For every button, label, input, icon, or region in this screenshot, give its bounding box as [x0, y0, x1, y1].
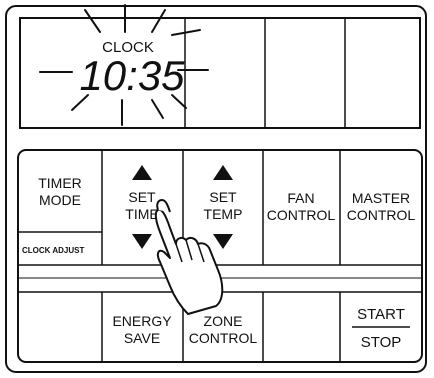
down-arrow-icon[interactable] [132, 234, 152, 249]
fan-control-button[interactable]: FAN CONTROL [267, 190, 336, 223]
set-temp-button[interactable]: SET TEMP [204, 165, 243, 249]
timer-mode-label-line2: MODE [39, 192, 81, 208]
master-control-label-line1: MASTER [352, 190, 410, 206]
timer-mode-button[interactable]: TIMER MODE [38, 175, 82, 208]
clock-adjust-label: CLOCK ADJUST [22, 246, 84, 255]
energy-save-label-line1: ENERGY [112, 313, 172, 329]
down-arrow-icon[interactable] [213, 234, 233, 249]
blank-button[interactable] [264, 293, 339, 361]
master-control-button[interactable]: MASTER CONTROL [347, 190, 416, 223]
master-control-label-line2: CONTROL [347, 207, 416, 223]
blank-button[interactable] [19, 293, 101, 361]
fan-control-label-line2: CONTROL [267, 207, 336, 223]
set-time-label-line1: SET [128, 189, 156, 205]
energy-save-button[interactable]: ENERGY SAVE [112, 313, 172, 346]
control-panel-diagram: CLOCK 10:35 TIMER MODE CLOCK ADJUST SET … [5, 4, 427, 373]
set-time-button[interactable]: SET TIME [125, 165, 159, 249]
display-panel: CLOCK 10:35 [19, 4, 421, 129]
start-stop-button[interactable]: START STOP [352, 306, 410, 351]
zone-control-label-line1: ZONE [204, 313, 243, 329]
set-time-label-line2: TIME [125, 206, 158, 222]
timer-mode-label-line1: TIMER [38, 175, 82, 191]
start-label: START [357, 306, 405, 323]
clock-time-readout: 10:35 [79, 52, 185, 99]
set-temp-label-line2: TEMP [204, 206, 243, 222]
fan-control-label-line1: FAN [287, 190, 314, 206]
set-temp-label-line1: SET [209, 189, 237, 205]
zone-control-label-line2: CONTROL [189, 330, 258, 346]
energy-save-label-line2: SAVE [124, 330, 160, 346]
up-arrow-icon[interactable] [213, 165, 233, 180]
stop-label: STOP [361, 334, 402, 351]
up-arrow-icon[interactable] [132, 165, 152, 180]
zone-control-button[interactable]: ZONE CONTROL [189, 313, 258, 346]
